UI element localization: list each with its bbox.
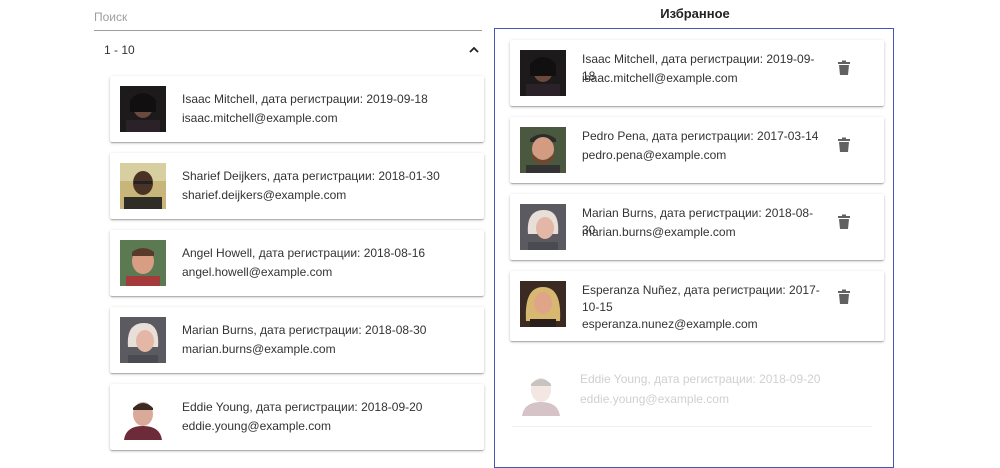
user-name: Eddie Young, дата регистрации: 2018-09-2… [182,400,423,414]
user-email: esperanza.nunez@example.com [582,317,758,331]
user-email: marian.burns@example.com [182,342,336,356]
search-field[interactable] [94,8,482,31]
avatar [120,240,166,286]
avatar [120,86,166,132]
user-email: eddie.young@example.com [182,419,331,433]
avatar [120,317,166,363]
search-input[interactable] [94,10,482,24]
drag-preview-item[interactable]: Eddie Young, дата регистрации: 2018-09-2… [510,362,884,428]
trash-icon[interactable] [837,289,851,305]
trash-icon[interactable] [837,60,851,76]
user-name: Isaac Mitchell, дата регистрации: 2019-0… [182,92,428,106]
user-email: angel.howell@example.com [182,265,333,279]
drop-placeholder [512,426,872,427]
avatar [520,204,566,250]
range-header[interactable]: 1 - 10 [94,38,486,62]
user-name: Marian Burns, дата регистрации: 2018-08-… [182,323,427,337]
range-label: 1 - 10 [104,43,135,57]
user-email: isaac.mitchell@example.com [182,111,338,125]
favorite-item[interactable]: Pedro Pena, дата регистрации: 2017-03-14… [510,117,884,183]
user-name: Eddie Young, дата регистрации: 2018-09-2… [580,372,821,386]
list-item[interactable]: Isaac Mitchell, дата регистрации: 2019-0… [110,76,484,142]
chevron-up-icon[interactable] [466,42,482,58]
avatar [520,50,566,96]
user-email: marian.burns@example.com [582,225,736,239]
avatar [520,281,566,327]
favorite-item[interactable]: Marian Burns, дата регистрации: 2018-08-… [510,194,884,260]
user-name: Pedro Pena, дата регистрации: 2017-03-14 [582,129,819,143]
favorites-title: Избранное [660,6,730,21]
list-item[interactable]: Eddie Young, дата регистрации: 2018-09-2… [110,384,484,450]
user-name: Sharief Deijkers, дата регистрации: 2018… [182,169,440,183]
avatar [120,163,166,209]
list-item[interactable]: Sharief Deijkers, дата регистрации: 2018… [110,153,484,219]
favorite-item[interactable]: Isaac Mitchell, дата регистрации: 2019-0… [510,40,884,106]
user-name: Esperanza Nuñez, дата регистрации: 2017-… [582,283,820,314]
user-name: Angel Howell, дата регистрации: 2018-08-… [182,246,426,260]
trash-icon[interactable] [837,214,851,230]
user-email: sharief.deijkers@example.com [182,188,347,202]
list-item[interactable]: Marian Burns, дата регистрации: 2018-08-… [110,307,484,373]
favorite-item[interactable]: Esperanza Nuñez, дата регистрации: 2017-… [510,271,884,341]
avatar [520,127,566,173]
avatar [120,394,166,440]
user-email: eddie.young@example.com [580,392,729,406]
user-email: pedro.pena@example.com [582,148,727,162]
list-item[interactable]: Angel Howell, дата регистрации: 2018-08-… [110,230,484,296]
avatar [518,370,564,416]
trash-icon[interactable] [837,137,851,153]
user-email: isaac.mitchell@example.com [582,71,738,85]
